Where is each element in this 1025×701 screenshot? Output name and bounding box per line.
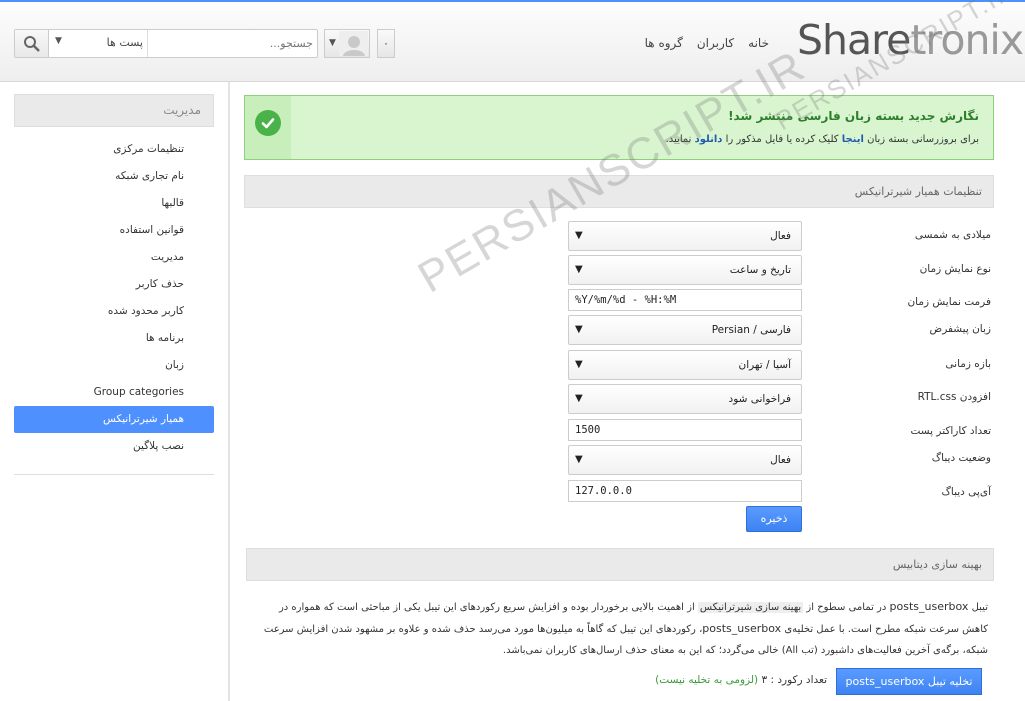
rtl-css-label: افزودن RTL.css <box>917 391 991 403</box>
nav-users[interactable]: کاربران <box>697 36 734 50</box>
dropdown-arrow-icon: ▼ <box>575 324 583 335</box>
user-menu-button[interactable]: ▼ <box>324 29 370 58</box>
sidebar-item-central-settings[interactable]: تنظیمات مرکزی <box>14 136 214 163</box>
avatar <box>339 31 368 56</box>
post-chars-label: تعداد کاراکتر پست <box>910 425 991 437</box>
time-format-input[interactable]: %Y/%m/%d - %H:%M <box>568 289 802 311</box>
search-icon <box>23 35 40 52</box>
update-alert: نگارش جدید بسته زبان فارسی منتشر شد! برا… <box>244 95 994 160</box>
checkmark-icon <box>255 110 281 136</box>
sharetronix-logo[interactable]: Sharetronix <box>797 16 1024 64</box>
admin-sidebar: مدیریت تنظیمات مرکزی نام تجاری شبکه قالب… <box>14 94 214 475</box>
sidebar-item-sharetronix-helper[interactable]: همیار شیرترانیکس <box>14 406 214 433</box>
debug-ip-label: آی‌پی دیباگ <box>941 486 991 498</box>
search-input[interactable] <box>151 33 313 54</box>
sidebar-item-themes[interactable]: قالبها <box>14 190 214 217</box>
alert-text: برای بروزرسانی بسته زبان اینجا کلیک کرده… <box>665 134 979 145</box>
sidebar-item-language[interactable]: زبان <box>14 352 214 379</box>
debug-label: وضعیت دیباگ <box>931 452 991 464</box>
time-format-label: فرمت نمایش زمان <box>907 296 991 308</box>
default-lang-select[interactable]: فارسی / Persian ▼ <box>568 315 802 345</box>
sidebar-item-terms[interactable]: قوانین استفاده <box>14 217 214 244</box>
search-bar: ▼ پست ها <box>14 29 318 58</box>
gregorian-select[interactable]: فعال ▼ <box>568 221 802 251</box>
rtl-css-select[interactable]: فراخوانی شود ▼ <box>568 384 802 414</box>
timezone-label: بازه زمانی <box>945 358 991 370</box>
db-section-title: بهینه سازی دیتابیس <box>246 548 994 581</box>
main-nav: خانه کاربران گروه ها <box>645 36 769 50</box>
alert-title: نگارش جدید بسته زبان فارسی منتشر شد! <box>728 109 979 123</box>
nav-groups[interactable]: گروه ها <box>645 36 683 50</box>
sidebar-divider <box>14 474 214 475</box>
debug-select[interactable]: فعال ▼ <box>568 445 802 475</box>
debug-ip-input[interactable]: 127.0.0.0 <box>568 480 802 502</box>
sidebar-title: مدیریت <box>14 94 214 127</box>
sidebar-item-install-plugin[interactable]: نصب پلاگین <box>14 433 214 460</box>
dropdown-arrow-icon: ▼ <box>575 359 583 370</box>
sidebar-menu: تنظیمات مرکزی نام تجاری شبکه قالبها قوان… <box>14 136 214 460</box>
sidebar-item-suspended-users[interactable]: کاربر محدود شده <box>14 298 214 325</box>
dropdown-arrow-icon: ▼ <box>575 393 583 404</box>
user-icon <box>342 36 365 56</box>
time-type-label: نوع نمایش زمان <box>919 263 991 275</box>
save-button[interactable]: ذخیره <box>746 506 802 532</box>
search-scope-select[interactable]: ▼ پست ها <box>53 36 143 52</box>
nav-home[interactable]: خانه <box>748 36 769 50</box>
notification-counter[interactable]: ۰ <box>377 29 395 58</box>
record-count: تعداد رکورد : ۳ (لزومی به تخلیه نیست) <box>655 674 827 686</box>
dropdown-arrow-icon: ▼ <box>575 230 583 241</box>
sidebar-item-network-brand[interactable]: نام تجاری شبکه <box>14 163 214 190</box>
column-divider <box>228 82 230 701</box>
default-lang-label: زبان پیشفرض <box>929 323 992 335</box>
search-button[interactable] <box>15 30 49 57</box>
chevron-down-icon: ▼ <box>329 38 336 48</box>
top-header: Sharetronix خانه کاربران گروه ها ▼ پست ه… <box>0 0 1025 82</box>
timezone-select[interactable]: آسیا / تهران ▼ <box>568 350 802 380</box>
alert-link-download[interactable]: دانلود <box>695 134 723 145</box>
sidebar-item-group-categories[interactable]: Group categories <box>14 379 214 406</box>
settings-section-title: تنظیمات همیار شیرترانیکس <box>244 175 994 208</box>
time-type-select[interactable]: تاریخ و ساعت ▼ <box>568 255 802 285</box>
dropdown-arrow-icon: ▼ <box>575 264 583 275</box>
post-chars-input[interactable]: 1500 <box>568 419 802 441</box>
sidebar-item-apps[interactable]: برنامه ها <box>14 325 214 352</box>
empty-table-button[interactable]: تخلیه تیبل posts_userbox <box>836 668 982 695</box>
dropdown-arrow-icon: ▼ <box>575 454 583 465</box>
chevron-down-icon: ▼ <box>55 36 62 46</box>
sidebar-item-admins[interactable]: مدیریت <box>14 244 214 271</box>
gregorian-label: میلادی به شمسی <box>914 229 991 241</box>
db-description: تیبل posts_userbox در تمامی سطوح از بهین… <box>263 600 988 656</box>
alert-link-here[interactable]: اینجا <box>842 134 864 145</box>
sidebar-item-delete-user[interactable]: حذف کاربر <box>14 271 214 298</box>
